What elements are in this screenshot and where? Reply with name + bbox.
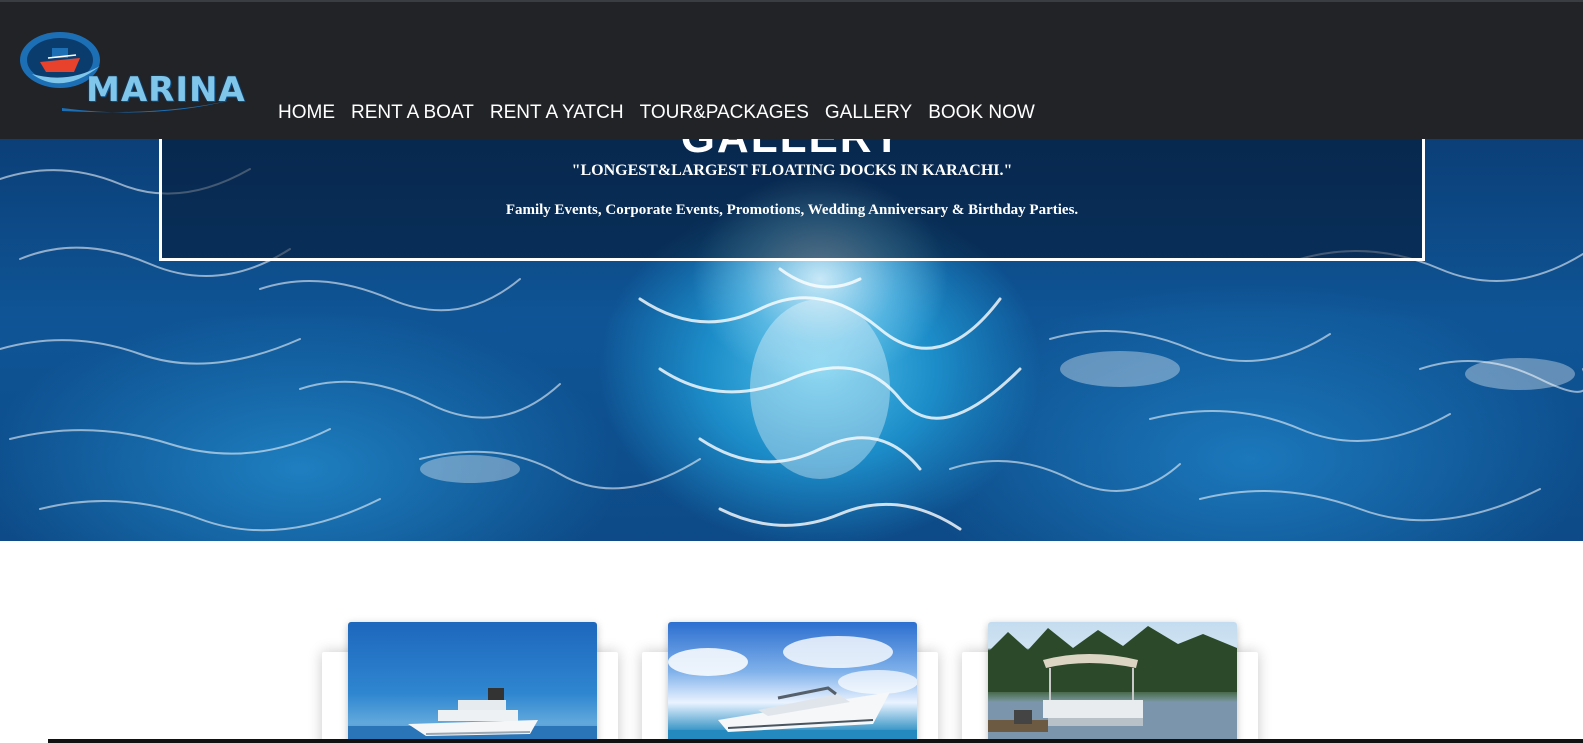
hero-events-text: Family Events, Corporate Events, Promoti… — [505, 202, 1079, 218]
nav-home[interactable]: HOME — [270, 100, 343, 126]
bottom-scroll-edge — [48, 739, 1583, 743]
hero-overlay-box: GALLERY "LONGEST&LARGEST FLOATING DOCKS … — [159, 139, 1425, 261]
pontoon-image — [988, 626, 1237, 743]
site-header: MARINA HOME RENT A BOAT RENT A YATCH TOU… — [0, 0, 1583, 139]
nav-tour-packages[interactable]: TOUR&PACKAGES — [632, 100, 817, 126]
hero-tagline: "LONGEST&LARGEST FLOATING DOCKS IN KARAC… — [571, 162, 1013, 179]
card-photo-motor-yacht[interactable] — [668, 622, 917, 743]
main-nav: HOME RENT A BOAT RENT A YATCH TOUR&PACKA… — [270, 100, 1043, 126]
card-photo-pontoon[interactable] — [988, 622, 1237, 743]
nav-gallery[interactable]: GALLERY — [817, 100, 920, 126]
nav-rent-a-yatch[interactable]: RENT A YATCH — [482, 100, 632, 126]
boat-cards — [0, 541, 1583, 743]
card-photo-superyacht[interactable] — [348, 622, 597, 743]
yacht-image — [668, 636, 917, 743]
hero-banner: GALLERY "LONGEST&LARGEST FLOATING DOCKS … — [0, 139, 1583, 541]
hero-title: GALLERY — [162, 139, 1422, 163]
nav-book-now[interactable]: BOOK NOW — [920, 100, 1043, 126]
site-logo[interactable]: MARINA — [18, 28, 245, 118]
nav-rent-a-boat[interactable]: RENT A BOAT — [343, 100, 482, 126]
yacht-image — [348, 688, 597, 743]
logo-swoosh — [62, 100, 232, 113]
